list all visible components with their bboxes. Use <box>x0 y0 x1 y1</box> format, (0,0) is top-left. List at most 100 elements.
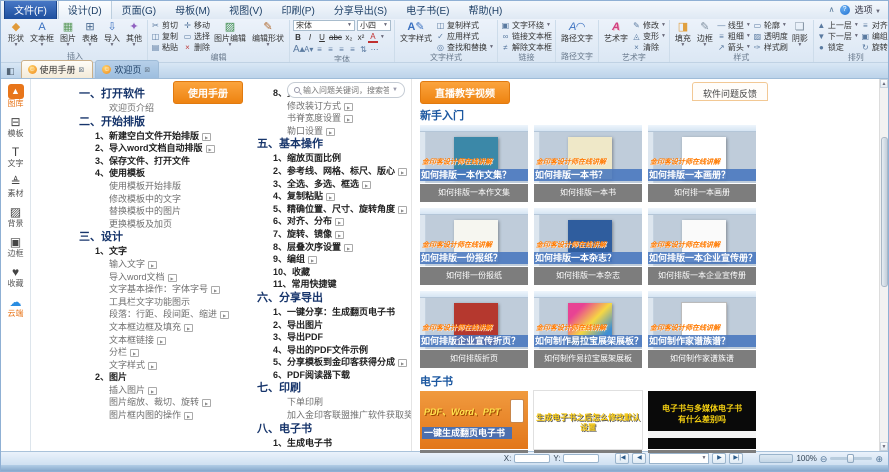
toc-item[interactable]: 3、导出PDF <box>273 331 411 344</box>
copy-style-button[interactable]: ◫复制样式 <box>436 20 494 31</box>
scroll-up-icon[interactable]: ▲ <box>880 79 888 88</box>
video-card[interactable]: 金印客设计师在线讲解如何制作家谱族谱？如何制作家谱族谱 <box>648 291 756 368</box>
collapse-ribbon-icon[interactable]: ∧ <box>829 6 835 14</box>
toc-item[interactable]: 导入word文档▶ <box>109 271 253 284</box>
cut-button[interactable]: ✂剪切 <box>151 20 178 31</box>
toc-item[interactable]: 图片缩放、裁切、旋转▶ <box>109 396 253 409</box>
doc-tab-1[interactable]: ☺欢迎页⊠ <box>95 60 159 78</box>
menu-item-8[interactable]: 帮助(H) <box>460 0 512 19</box>
font-name-select[interactable]: 宋体▼ <box>293 20 355 31</box>
toc-item[interactable]: 6、PDF阅读器下载 <box>273 369 411 382</box>
toc-item[interactable]: 1、缩放页面比例 <box>273 152 411 165</box>
sidebar-item-收藏[interactable]: ♥收藏 <box>8 265 24 288</box>
unlink-textbox-button[interactable]: ≠解除文本框 <box>501 42 552 53</box>
toc-item[interactable]: 分栏▶ <box>109 346 253 359</box>
text-wrap-button[interactable]: ▣文字环绕▼ <box>501 20 552 31</box>
search-input[interactable] <box>303 86 389 95</box>
toc-item[interactable]: 4、复制粘贴▶ <box>273 190 411 203</box>
doc-tab-0[interactable]: ☺使用手册⊠ <box>21 60 94 78</box>
word-art-warp-button[interactable]: ◬变形▼ <box>632 31 666 42</box>
superscript-button[interactable]: x² <box>356 33 366 42</box>
toc-item[interactable]: 5、精确位置、尺寸、旋转角度▶ <box>273 203 411 216</box>
toc-item[interactable]: 1、文字 <box>95 245 253 258</box>
path-text-button[interactable]: A◠路径文字 <box>559 20 595 43</box>
video-tab-button[interactable]: 直播教学视频 <box>420 81 510 104</box>
menu-item-3[interactable]: 母板(M) <box>166 0 219 19</box>
sidebar-item-模板[interactable]: ⊟模板 <box>8 115 24 138</box>
zoom-slider[interactable] <box>830 457 872 460</box>
align-right-icon[interactable]: ≡ <box>337 45 346 54</box>
video-card[interactable]: 金印客设计师在线讲解如何排版一本企业宣传册？如何排版一本企业宣传册 <box>648 208 756 285</box>
line-spacing-icon[interactable]: ⇅ <box>359 45 368 54</box>
prev-page-button[interactable]: ◀ <box>632 453 646 464</box>
fill-button[interactable]: ◨填充▼ <box>673 20 693 48</box>
menu-item-2[interactable]: 页面(G) <box>113 0 165 19</box>
video-card[interactable]: 金印客设计师在线讲解如何排版一份报纸？如何排一份报纸 <box>420 208 528 285</box>
bold-button[interactable]: B <box>293 33 303 42</box>
close-icon[interactable]: ⊠ <box>144 66 150 74</box>
toc-item[interactable]: 2、参考线、网格、标尺、版心▶ <box>273 165 411 178</box>
toc-item[interactable]: 3、保存文件、打开文件 <box>95 155 253 168</box>
menu-item-0[interactable]: 文件(F) <box>4 0 57 19</box>
sidebar-item-文字[interactable]: T文字 <box>8 145 24 168</box>
video-card[interactable]: PDF、Word、PPT一键生成翻页电子书已有文件怎么生成翻页电子书 <box>420 391 528 453</box>
list-icon[interactable]: ⋯ <box>370 45 379 54</box>
chevron-down-icon[interactable]: ▼ <box>392 87 398 93</box>
arrow-button[interactable]: ↗箭头▼ <box>717 42 751 53</box>
line-weight-button[interactable]: ≡粗细▼ <box>717 31 751 42</box>
align-center-icon[interactable]: ≡ <box>326 45 335 54</box>
toc-item[interactable]: 10、收藏 <box>273 266 411 279</box>
toc-item[interactable]: 修改装订方式▶ <box>287 100 411 113</box>
toc-item[interactable]: 1、生成电子书 <box>273 437 411 450</box>
toc-item[interactable]: 3、全选、多选、框选▶ <box>273 178 411 191</box>
toc-item[interactable]: 9、编组▶ <box>273 253 411 266</box>
toc-item[interactable]: 使用模板开始排版 <box>109 180 253 193</box>
style-brush-button[interactable]: ✑样式刷 <box>753 42 788 53</box>
paste-button[interactable]: ▤粘贴 <box>151 42 178 53</box>
menu-item-6[interactable]: 分享导出(S) <box>325 0 396 19</box>
toc-item[interactable]: 4、导出的PDF文件示例 <box>273 344 411 357</box>
send-backward-button[interactable]: ▼下一层▼ <box>817 31 859 42</box>
video-card[interactable]: 电子书与多媒体电子书有什么差别吗电子书和多媒体电子书有什么区别 <box>648 391 756 453</box>
toc-item[interactable]: 7、旋转、镜像▶ <box>273 228 411 241</box>
textbox-button[interactable]: A文本框▼ <box>28 20 56 48</box>
menu-item-4[interactable]: 视图(V) <box>220 0 271 19</box>
delete-button[interactable]: ×删除 <box>183 42 210 53</box>
justify-icon[interactable]: ≡ <box>348 45 357 54</box>
toc-item[interactable]: 更换模板及加页 <box>109 218 253 231</box>
video-card[interactable]: 金印客设计师在线讲解如何排版一本画册？如何排一本画册 <box>648 125 756 202</box>
toc-item[interactable]: 2、导出图片 <box>273 319 411 332</box>
toc-item[interactable]: 书脊宽度设置▶ <box>287 112 411 125</box>
page-select[interactable]: ▼ <box>649 453 709 464</box>
border-button[interactable]: ✎边框▼ <box>695 20 715 48</box>
toc-item[interactable]: 勒口设置▶ <box>287 125 411 138</box>
font-color-button[interactable]: A <box>368 33 378 43</box>
toc-item[interactable]: 2、图片 <box>95 371 253 384</box>
video-card[interactable]: 金印客设计师在线讲解如何制作易拉宝展架展板？如何制作易拉宝展架展板 <box>534 291 642 368</box>
toc-item[interactable]: 输入文字▶ <box>109 258 253 271</box>
rotate-button[interactable]: ↻旋转▼ <box>861 42 888 53</box>
italic-button[interactable]: I <box>305 33 315 42</box>
last-page-button[interactable]: ▶| <box>729 453 743 464</box>
scroll-down-icon[interactable]: ▼ <box>880 442 888 451</box>
toc-item[interactable]: 8、层叠次序设置▶ <box>273 241 411 254</box>
menu-item-5[interactable]: 印刷(P) <box>272 0 323 19</box>
video-card[interactable]: 金印客设计师在线讲解如何排版一本书？如何排版一本书 <box>534 125 642 202</box>
video-card[interactable]: 金印客设计师在线讲解如何排版企业宣传折页？如何排版折页 <box>420 291 528 368</box>
toc-item[interactable]: 1、一键分享：生成翻页电子书 <box>273 306 411 319</box>
toc-item[interactable]: 6、对齐、分布▶ <box>273 215 411 228</box>
toc-item[interactable]: 修改模板中的文字 <box>109 193 253 206</box>
grow-font-icon[interactable]: A▴ <box>293 44 302 55</box>
help-icon[interactable]: ? <box>840 5 850 15</box>
fit-page-control[interactable] <box>759 454 793 463</box>
word-art-clear-button[interactable]: ×清除 <box>632 42 666 53</box>
first-page-button[interactable]: |◀ <box>615 453 629 464</box>
sidebar-item-背景[interactable]: ▨背景 <box>8 205 24 228</box>
outline-button[interactable]: ▭轮廓▼ <box>753 20 788 31</box>
menu-item-1[interactable]: 设计(D) <box>58 0 112 19</box>
shrink-font-icon[interactable]: A▾ <box>304 45 313 54</box>
feedback-button[interactable]: 软件问题反馈 <box>692 82 768 101</box>
transparency-button[interactable]: ▨透明度 <box>753 31 788 42</box>
options-button[interactable]: 选项 ▼ <box>855 3 881 16</box>
sidebar-item-边框[interactable]: ▣边框 <box>8 235 24 258</box>
